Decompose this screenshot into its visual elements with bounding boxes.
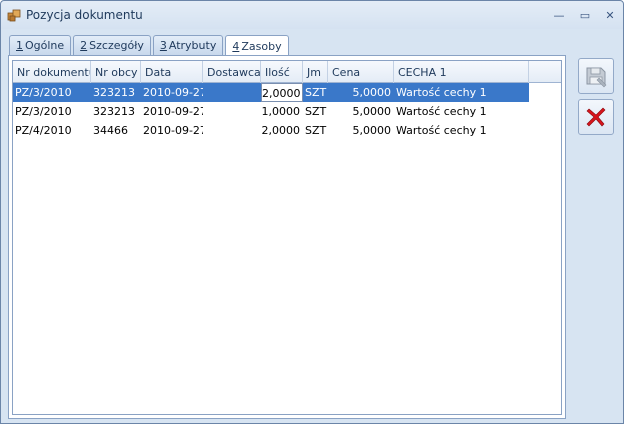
column-header-dostawca[interactable]: Dostawca (203, 61, 261, 83)
cell-data: 2010-09-27 (143, 124, 203, 137)
cancel-button[interactable] (578, 99, 614, 135)
maximize-button[interactable]: ▭ (575, 6, 595, 24)
close-button[interactable]: ✕ (600, 6, 620, 24)
tab-atrybuty[interactable]: 3 Atrybuty (152, 35, 224, 55)
cell-nr-dokumentu: PZ/4/2010 (15, 124, 72, 137)
column-header-ilosc[interactable]: Ilość (261, 61, 303, 83)
table-row[interactable]: PZ/4/2010 34466 2010-09-27 2,0000 SZT 5,… (13, 121, 529, 140)
cell-nr-obcy: 323213 (93, 105, 135, 118)
column-header-nr-dokumentu[interactable]: Nr dokumentu (13, 61, 91, 83)
tab-ogolne[interactable]: 1 Ogólne (9, 35, 72, 55)
cell-dostawca (203, 83, 261, 102)
window-title: Pozycja dokumentu (26, 8, 143, 22)
boxes-icon (7, 9, 21, 22)
resources-grid[interactable]: Nr dokumentu Nr obcy Data Dostawca Ilość… (12, 60, 562, 415)
table-row[interactable]: PZ/3/2010 323213 2010-09-27 2,0000 SZT 5… (13, 83, 529, 102)
cell-dostawca (203, 121, 261, 140)
cell-nr-obcy: 323213 (93, 86, 135, 99)
tab-zasoby[interactable]: 4 Zasoby (225, 35, 289, 56)
tab-strip: 1 Ogólne 2 Szczegóły 3 Atrybuty 4 Zasoby (9, 35, 291, 56)
cell-ilosc-editor[interactable]: 2,0000 (261, 83, 303, 102)
save-button[interactable] (578, 58, 614, 94)
cell-cena: 5,0000 (352, 105, 392, 118)
cell-data: 2010-09-27 (143, 86, 203, 99)
red-x-icon (586, 107, 606, 127)
cell-dostawca (203, 102, 261, 121)
cell-ilosc: 1,0000 (261, 105, 301, 118)
cell-jm: SZT (305, 124, 327, 137)
tab-szczegoly[interactable]: 2 Szczegóły (73, 35, 151, 55)
cell-jm: SZT (305, 105, 327, 118)
title-bar[interactable]: Pozycja dokumentu — ▭ ✕ (1, 1, 623, 29)
cell-ilosc: 2,0000 (261, 124, 301, 137)
cell-cena: 5,0000 (352, 86, 392, 99)
column-header-jm[interactable]: Jm (303, 61, 328, 83)
column-header-data[interactable]: Data (141, 61, 203, 83)
cell-cena: 5,0000 (352, 124, 392, 137)
cell-nr-obcy: 34466 (93, 124, 128, 137)
cell-cecha-1: Wartość cechy 1 (396, 105, 487, 118)
table-row[interactable]: PZ/3/2010 323213 2010-09-27 1,0000 SZT 5… (13, 102, 529, 121)
cell-data: 2010-09-27 (143, 105, 203, 118)
floppy-disk-icon (586, 67, 607, 88)
cell-cecha-1: Wartość cechy 1 (396, 124, 487, 137)
column-header-cena[interactable]: Cena (328, 61, 394, 83)
cell-nr-dokumentu: PZ/3/2010 (15, 105, 72, 118)
column-header-nr-obcy[interactable]: Nr obcy (91, 61, 141, 83)
grid-header: Nr dokumentu Nr obcy Data Dostawca Ilość… (13, 61, 561, 83)
tab-panel-zasoby: Nr dokumentu Nr obcy Data Dostawca Ilość… (8, 55, 566, 419)
minimize-button[interactable]: — (549, 6, 569, 24)
dialog-window: Pozycja dokumentu — ▭ ✕ 1 Ogólne 2 Szczegó… (0, 0, 624, 424)
cell-nr-dokumentu: PZ/3/2010 (15, 86, 72, 99)
cell-cecha-1: Wartość cechy 1 (396, 86, 487, 99)
column-header-cecha-1[interactable]: CECHA 1 (394, 61, 529, 83)
cell-jm: SZT (305, 86, 327, 99)
